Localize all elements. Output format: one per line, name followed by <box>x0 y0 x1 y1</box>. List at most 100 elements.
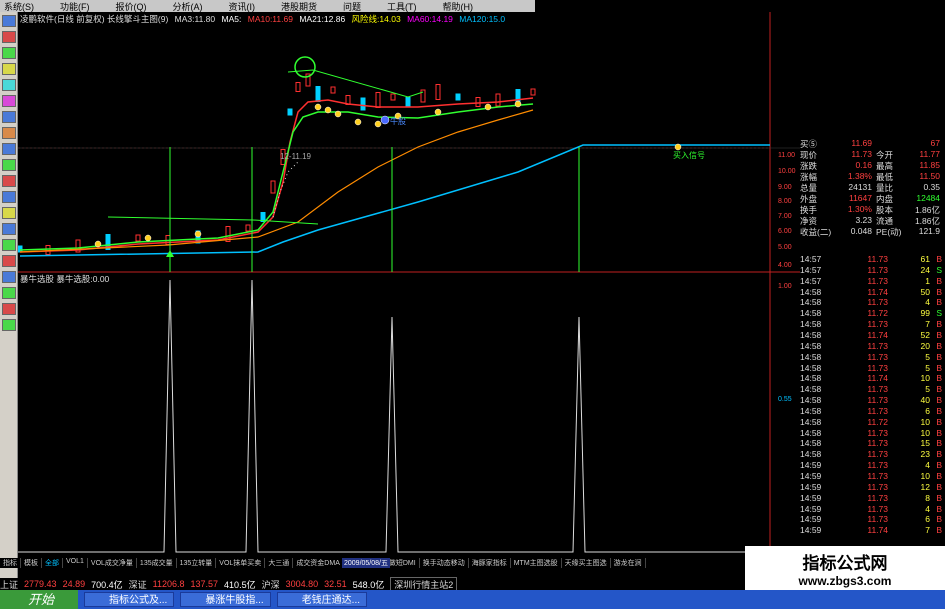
indicator-tab[interactable]: VOL1 <box>63 558 88 568</box>
taskbar-task[interactable]: 暴涨牛股指... <box>180 592 271 607</box>
tick-q: 7 <box>925 319 930 330</box>
hs-change: 32.51 <box>324 579 347 589</box>
tick-row: 14:59 11.74 7 B <box>800 525 945 536</box>
toolbar-icon[interactable] <box>2 255 16 267</box>
menu-item[interactable]: 帮助(H) <box>443 0 474 13</box>
toolbar-icon[interactable] <box>2 175 16 187</box>
quote-v2: 1.86亿 <box>914 205 940 215</box>
tick-p: 11.73 <box>867 460 888 471</box>
tick-f: S <box>936 264 942 275</box>
toolbar-icon[interactable] <box>2 271 16 283</box>
tick-f: B <box>936 362 942 373</box>
candle <box>530 88 536 96</box>
left-toolbar <box>0 12 18 582</box>
tick-row: 14:58 11.74 50 B <box>800 287 945 298</box>
toolbar-icon[interactable] <box>2 191 16 203</box>
toolbar-icon[interactable] <box>2 287 16 299</box>
tick-q: 4 <box>925 297 930 308</box>
menu-item[interactable]: 港股期货 <box>281 0 317 13</box>
quote-v2: 1.86亿 <box>914 216 940 226</box>
tick-t: 14:58 <box>800 308 822 319</box>
indicator-tab[interactable]: 135成交量 <box>137 558 177 568</box>
candle <box>435 84 441 100</box>
tick-row: 14:59 11.73 4 B <box>800 460 945 471</box>
menu-item[interactable]: 工具(T) <box>387 0 417 13</box>
indicator-tab[interactable]: VOL成交净量 <box>88 558 137 568</box>
toolbar-icon[interactable] <box>2 31 16 43</box>
quote-row: 现价 11.73 今开 11.77 <box>800 149 945 160</box>
tick-f: B <box>936 471 942 481</box>
indicator-tab[interactable]: 135立转量 <box>177 558 217 568</box>
toolbar-icon[interactable] <box>2 239 16 251</box>
menu-item[interactable]: 问题 <box>343 0 361 13</box>
tick-p: 11.73 <box>867 384 888 395</box>
tick-f: B <box>936 395 942 406</box>
toolbar-icon[interactable] <box>2 207 16 219</box>
quote-v2: 0.35 <box>923 182 940 192</box>
toolbar-icon[interactable] <box>2 159 16 171</box>
tick-row: 14:58 11.74 52 B <box>800 330 945 341</box>
tick-f: B <box>936 481 942 492</box>
tick-q: 5 <box>925 384 930 395</box>
quote-l: 外盘 <box>800 194 818 204</box>
toolbar-icon[interactable] <box>2 319 16 331</box>
start-button[interactable]: 开始 <box>0 590 78 609</box>
tick-t: 14:58 <box>800 384 822 395</box>
toolbar-icon[interactable] <box>2 143 16 155</box>
tick-f: B <box>936 373 942 384</box>
signal-coin-icon <box>674 143 682 151</box>
tick-p: 11.74 <box>867 286 888 297</box>
tick-p: 11.73 <box>867 449 888 460</box>
hs-value: 3004.80 <box>285 579 319 589</box>
indicator-tab[interactable]: 游龙在涧 <box>611 558 646 568</box>
menu-item[interactable]: 分析(A) <box>173 0 203 13</box>
candle <box>495 93 501 107</box>
quote-row: 换手 1.30% 股本 1.86亿 <box>800 204 945 215</box>
menu-item[interactable]: 系统(S) <box>4 0 34 13</box>
indicator-tab[interactable]: 换手动态移动 <box>420 558 469 568</box>
indicator-tab[interactable]: 成交资金DMA <box>293 558 344 568</box>
indicator-tab[interactable]: 海豚家指标 <box>469 558 511 568</box>
taskbar-task[interactable]: 老钱庄通达... <box>276 592 368 607</box>
axis-tick-label: 6.00 <box>778 228 792 235</box>
indicator-tab[interactable]: MTM主图选股 <box>511 558 562 568</box>
toolbar-icon[interactable] <box>2 95 16 107</box>
indicator-tab[interactable]: 指标 <box>0 558 21 568</box>
toolbar-icon[interactable] <box>2 303 16 315</box>
toolbar-icon[interactable] <box>2 15 16 27</box>
quote-v: 3.23 <box>855 215 872 225</box>
tick-t: 14:58 <box>800 395 822 406</box>
sh-label: 上证 <box>0 579 19 590</box>
toolbar-icon[interactable] <box>2 223 16 235</box>
indicator-tab[interactable]: VOL抹单买卖 <box>216 558 266 568</box>
tick-t: 14:59 <box>800 492 822 503</box>
indicator-tab[interactable]: 全部 <box>42 558 63 568</box>
tick-f: B <box>936 319 942 330</box>
tick-row: 14:59 11.73 8 B <box>800 493 945 504</box>
toolbar-icon[interactable] <box>2 47 16 59</box>
menu-item[interactable]: 功能(F) <box>60 0 90 13</box>
taskbar-task[interactable]: 指标公式及... <box>84 592 175 607</box>
tick-p: 11.74 <box>867 373 888 384</box>
tick-q: 4 <box>925 460 930 471</box>
toolbar-icon[interactable] <box>2 63 16 75</box>
quote-row: 外盘 11647 内盘 12484 <box>800 193 945 204</box>
indicator-tab[interactable]: 大三通 <box>265 558 294 568</box>
indicator-tab[interactable]: 天缘买主图选 <box>562 558 611 568</box>
candle <box>315 86 321 102</box>
toolbar-icon[interactable] <box>2 127 16 139</box>
tick-q: 4 <box>925 503 930 514</box>
index-status-bar: 上证 2779.43 24.89 700.4亿 深证 11206.8 137.5… <box>0 576 745 592</box>
indicator-tab[interactable]: 模板 <box>21 558 42 568</box>
tick-p: 11.73 <box>867 503 888 514</box>
toolbar-icon[interactable] <box>2 111 16 123</box>
menu-item[interactable]: 报价(Q) <box>116 0 147 13</box>
toolbar-icon[interactable] <box>2 79 16 91</box>
quote-l2: 流通 <box>876 216 894 226</box>
kline-chart[interactable]: 牛股 12-11.19 买入信号 <box>18 12 800 558</box>
tick-f: S <box>936 308 942 319</box>
tick-t: 14:58 <box>800 373 822 384</box>
tick-p: 11.73 <box>867 275 888 286</box>
axis-tick-label: 1.00 <box>778 283 792 290</box>
menu-item[interactable]: 资讯(I) <box>229 0 256 13</box>
